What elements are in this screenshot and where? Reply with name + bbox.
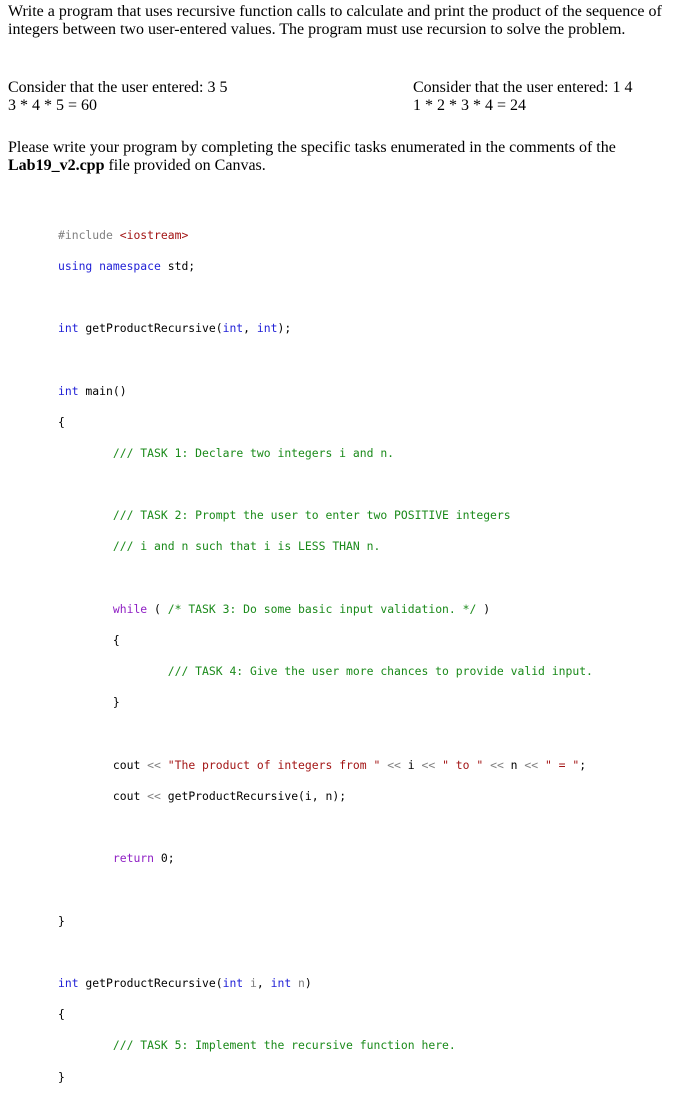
- keyword: int: [270, 976, 292, 991]
- example-2: Consider that the user entered: 1 4 1 * …: [413, 79, 633, 115]
- code-line: #include <iostream>: [58, 228, 593, 244]
- keyword: int: [58, 976, 79, 991]
- code-line: /// TASK 5: Implement the recursive func…: [58, 1038, 593, 1054]
- identifier: i: [407, 757, 415, 772]
- code-line: while ( /* TASK 3: Do some basic input v…: [58, 602, 593, 618]
- brace: {: [58, 414, 65, 429]
- code-line: }: [58, 914, 593, 930]
- code-line: }: [58, 695, 593, 711]
- comment: /* TASK 3: Do some basic input validatio…: [167, 601, 477, 616]
- operator: <<: [380, 757, 408, 772]
- keyword: return: [112, 851, 155, 866]
- instructions-text: Please write your program by completing …: [8, 139, 616, 156]
- keyword: int: [256, 321, 278, 336]
- operator: <<: [414, 757, 443, 772]
- code-line: int getProductRecursive(int i, int n): [58, 976, 593, 992]
- identifier: std;: [160, 258, 196, 273]
- comment: /// TASK 5: Implement the recursive func…: [112, 1038, 456, 1053]
- punctuation: ,: [243, 321, 257, 336]
- filename: Lab19_v2.cpp: [8, 157, 105, 174]
- code-listing: #include <iostream> using namespace std;…: [58, 212, 593, 1101]
- operator: <<: [517, 757, 545, 772]
- identifier: main(): [78, 383, 127, 398]
- brace: {: [58, 1007, 65, 1022]
- example-2-result: 1 * 2 * 3 * 4 = 24: [413, 97, 527, 114]
- code-line: int getProductRecursive(int, int);: [58, 321, 593, 337]
- include-header: <iostream>: [112, 227, 189, 242]
- assignment-description: Write a program that uses recursive func…: [8, 3, 662, 38]
- code-line: using namespace std;: [58, 259, 593, 275]
- brace: }: [58, 1069, 65, 1084]
- instructions-tail: file provided on Canvas.: [104, 157, 266, 174]
- code-line: /// TASK 2: Prompt the user to enter two…: [58, 508, 593, 524]
- operator: <<: [140, 788, 168, 803]
- code-line: {: [58, 1007, 593, 1023]
- keyword: int: [222, 976, 244, 991]
- operator: <<: [483, 757, 511, 772]
- keyword: int: [58, 321, 79, 336]
- comment: /// TASK 1: Declare two integers i and n…: [112, 445, 395, 460]
- keyword: using namespace: [58, 258, 161, 273]
- identifier: n: [510, 757, 518, 772]
- identifier: getProductRecursive(: [78, 976, 223, 991]
- code-line: {: [58, 633, 593, 649]
- instructions: Please write your program by completing …: [8, 139, 668, 175]
- keyword: int: [58, 383, 79, 398]
- function-call: getProductRecursive(i, n);: [167, 788, 347, 803]
- code-line: /// TASK 1: Declare two integers i and n…: [58, 446, 593, 462]
- string-literal: "The product of integers from ": [167, 757, 381, 772]
- string-literal: " to ": [442, 757, 484, 772]
- code-line: cout << getProductRecursive(i, n);: [58, 789, 593, 805]
- comment: /// TASK 2: Prompt the user to enter two…: [112, 508, 511, 523]
- code-line: {: [58, 415, 593, 431]
- identifier: getProductRecursive(: [78, 321, 223, 336]
- example-1: Consider that the user entered: 3 5 3 * …: [8, 79, 228, 115]
- brace: }: [112, 695, 120, 710]
- parameter: n: [291, 976, 305, 991]
- code-line: }: [58, 1070, 593, 1086]
- preprocessor: #include: [58, 227, 113, 242]
- punctuation: ): [304, 976, 312, 991]
- example-2-label: Consider that the user entered: 1 4: [413, 79, 633, 96]
- example-1-result: 3 * 4 * 5 = 60: [8, 97, 98, 114]
- brace: }: [58, 913, 65, 928]
- identifier: 0;: [154, 851, 175, 866]
- punctuation: ,: [256, 976, 271, 991]
- operator: <<: [140, 757, 168, 772]
- code-line: return 0;: [58, 851, 593, 867]
- comment: /// TASK 4: Give the user more chances t…: [167, 664, 593, 679]
- identifier: cout: [112, 788, 141, 803]
- code-line: /// i and n such that i is LESS THAN n.: [58, 539, 593, 555]
- example-1-label: Consider that the user entered: 3 5: [8, 79, 228, 96]
- punctuation: ): [476, 601, 491, 616]
- code-line: cout << "The product of integers from " …: [58, 758, 593, 774]
- identifier: cout: [112, 757, 141, 772]
- punctuation: ;: [579, 757, 587, 772]
- punctuation: (: [147, 601, 168, 616]
- parameter: i: [243, 976, 257, 991]
- keyword: int: [222, 321, 244, 336]
- keyword: while: [112, 601, 148, 616]
- code-line: int main(): [58, 384, 593, 400]
- comment: /// i and n such that i is LESS THAN n.: [112, 539, 381, 554]
- code-line: /// TASK 4: Give the user more chances t…: [58, 664, 593, 680]
- punctuation: );: [277, 321, 292, 336]
- string-literal: " = ": [544, 757, 580, 772]
